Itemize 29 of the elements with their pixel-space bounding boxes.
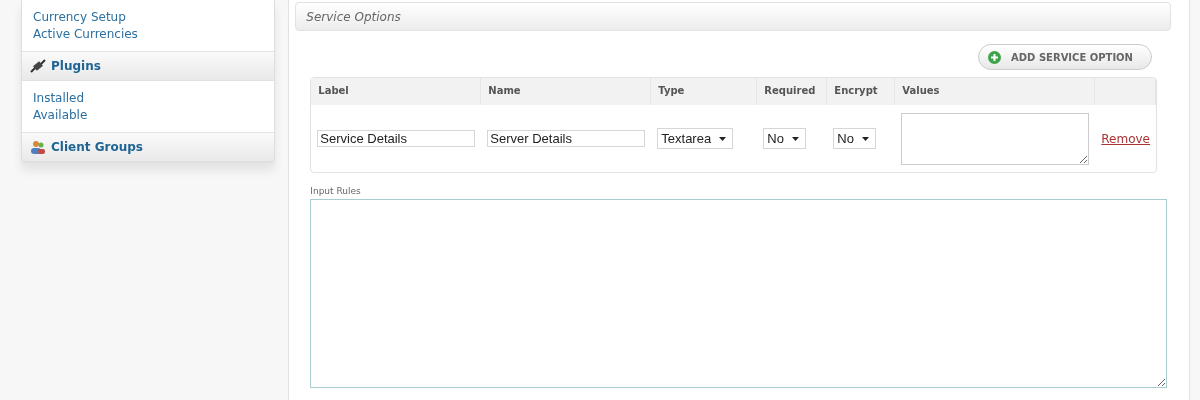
column-header: Label (311, 78, 482, 105)
sidebar-link[interactable]: Installed (33, 90, 263, 106)
name-field[interactable]: Server Details (487, 130, 646, 147)
column-header: Type (651, 78, 758, 105)
dropdown[interactable]: No (833, 128, 876, 149)
remove-link[interactable]: Remove (1101, 131, 1150, 146)
section-title: Client Groups (51, 140, 143, 154)
section-title: Plugins (51, 59, 101, 73)
column-header: Required (757, 78, 828, 105)
people-icon (30, 140, 46, 154)
sidebar-link[interactable]: Currency Setup (33, 9, 263, 25)
input-rules-field[interactable] (310, 199, 1168, 388)
plug-icon (30, 59, 46, 73)
column-header: Encrypt (827, 78, 896, 105)
sidebar-link[interactable]: Available (33, 107, 263, 123)
field-label: Input Rules (310, 186, 362, 196)
column-header: Name (481, 78, 652, 105)
panel-title: Service Options (306, 9, 401, 24)
dropdown[interactable]: No (763, 128, 806, 149)
label-field[interactable]: Service Details (317, 130, 476, 147)
plus-icon (988, 50, 1002, 64)
sidebar-link[interactable]: Active Currencies (33, 26, 263, 42)
caret-icon (719, 136, 727, 141)
caret-icon (791, 136, 799, 141)
add-service-option-button[interactable]: ADD SERVICE OPTION (978, 44, 1152, 70)
dropdown[interactable]: Textarea (657, 128, 734, 149)
column-header: Values (895, 78, 1096, 105)
caret-icon (861, 136, 869, 141)
values-field[interactable] (901, 112, 1090, 165)
